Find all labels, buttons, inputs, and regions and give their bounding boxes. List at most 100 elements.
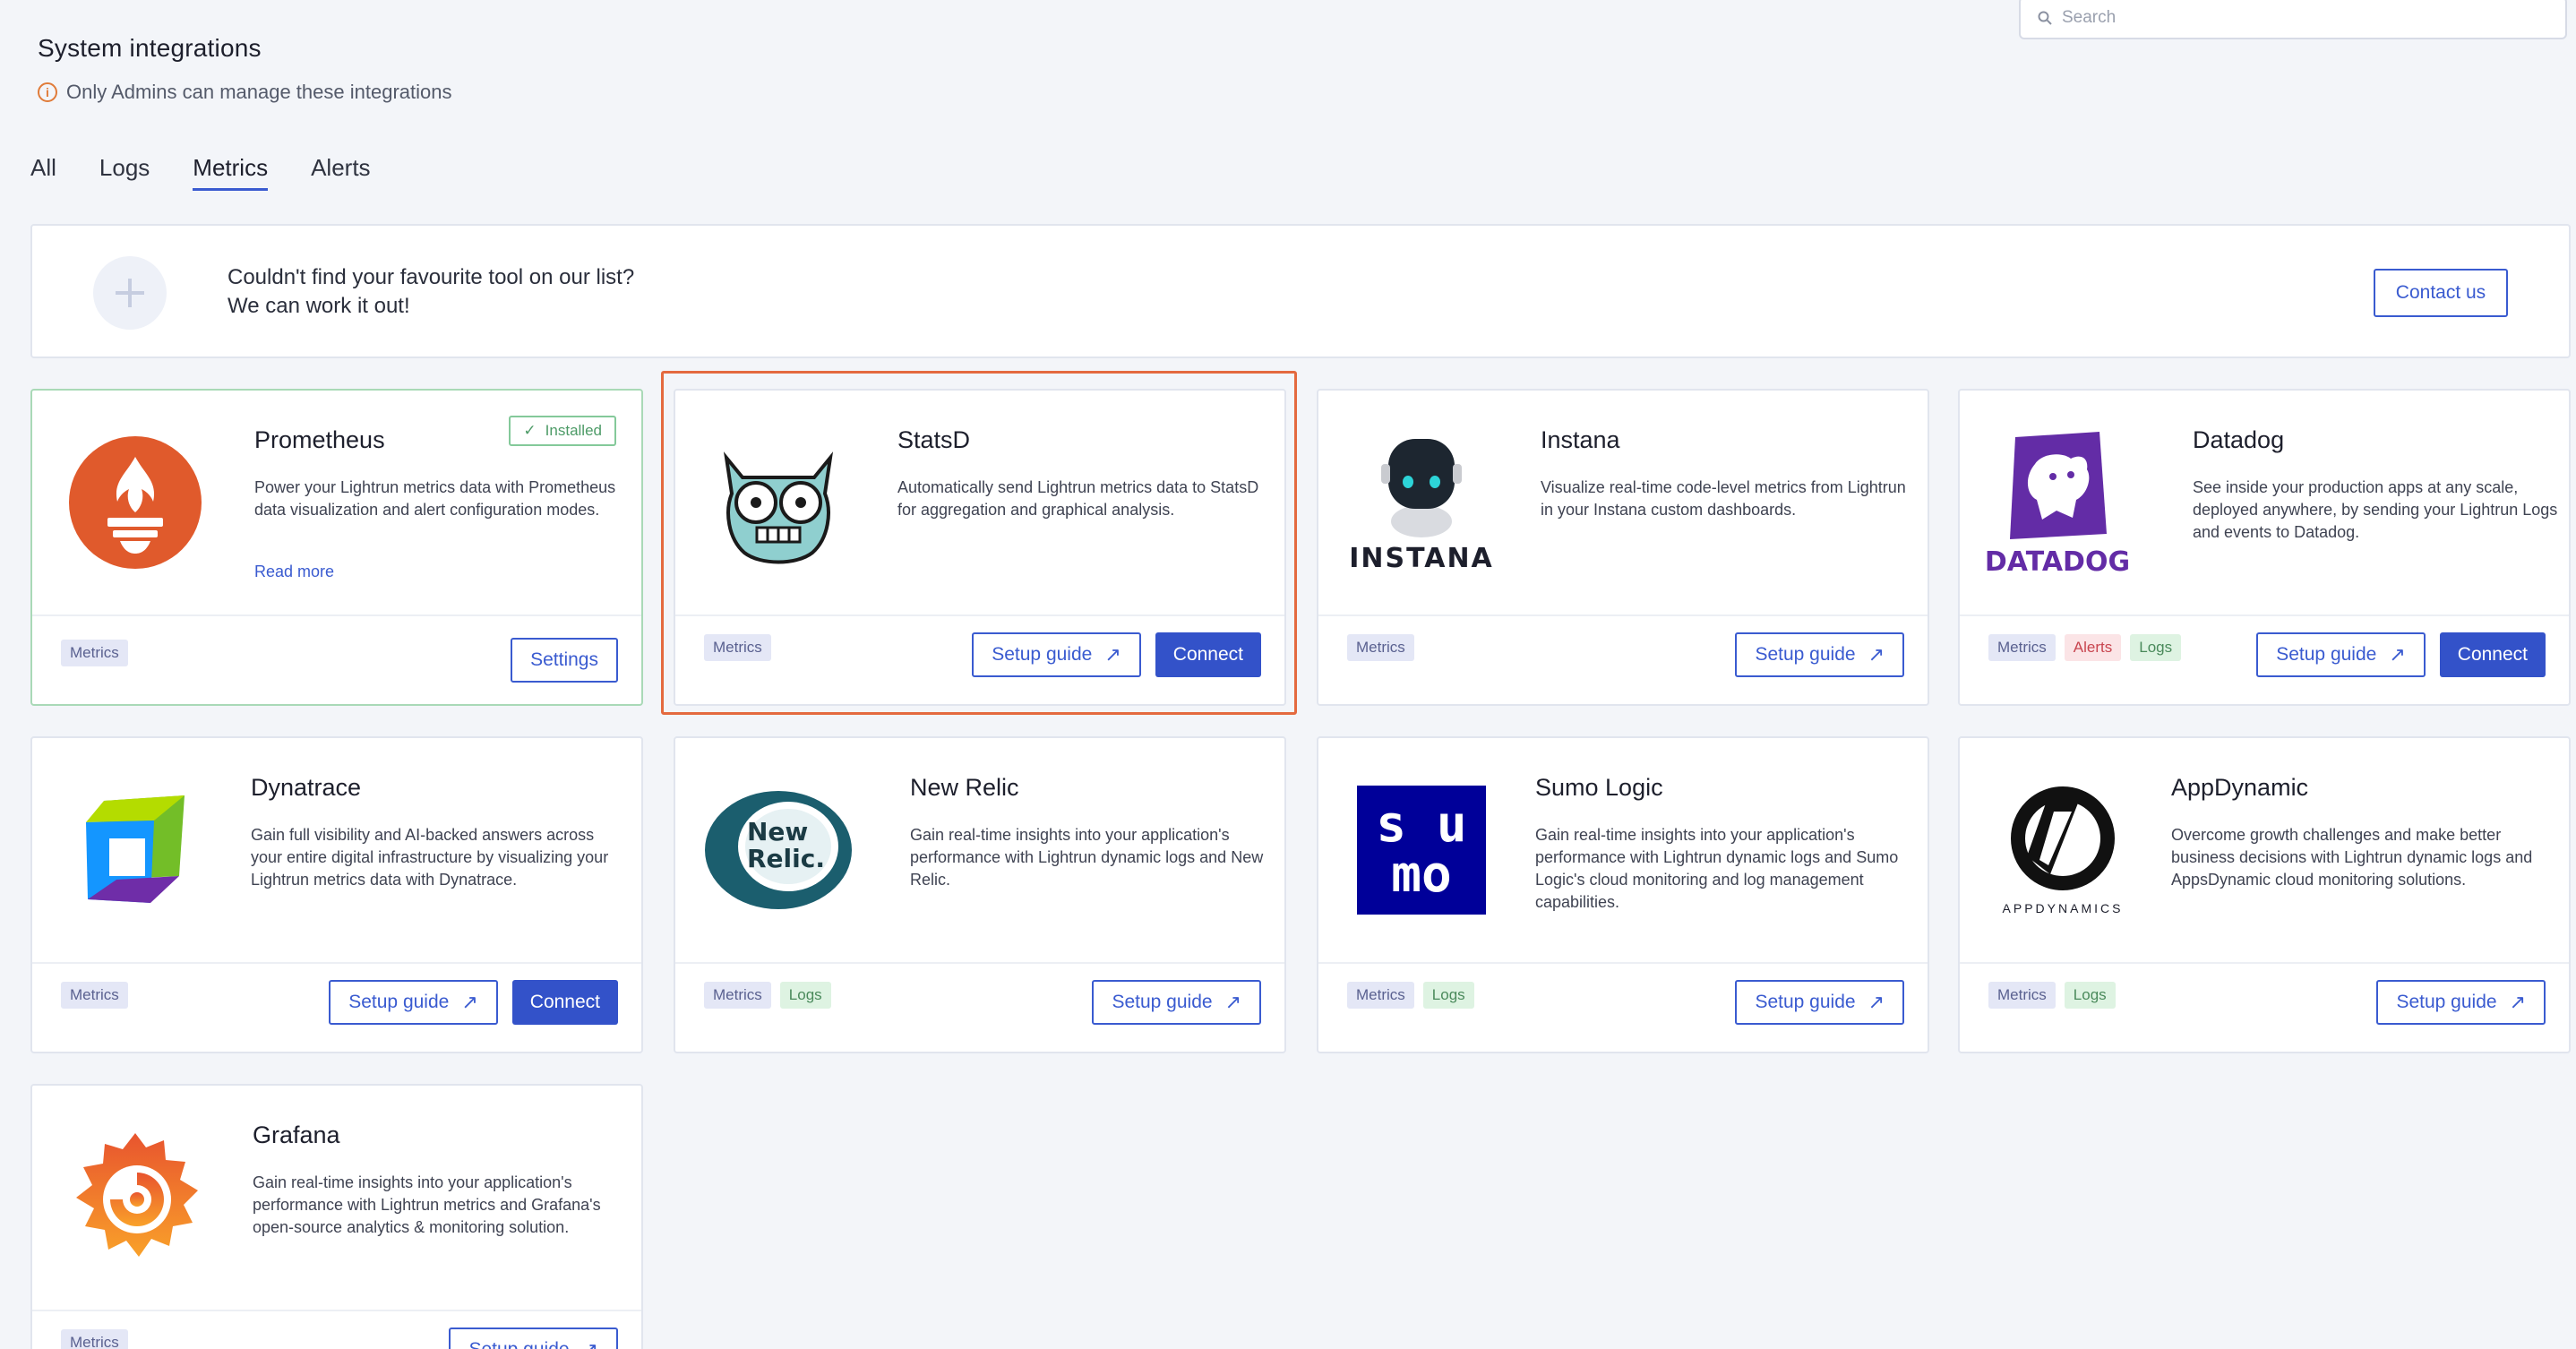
card-description: Gain real-time insights into your applic… — [253, 1173, 601, 1236]
tag-metrics: Metrics — [704, 634, 771, 661]
setup-guide-button[interactable]: Setup guide ↗ — [329, 980, 498, 1025]
sumo-wordmark-2: mo — [1391, 846, 1452, 904]
instana-wordmark: INSTANA — [1349, 542, 1494, 574]
card-title: New Relic — [910, 774, 1019, 801]
connect-button[interactable]: Connect — [511, 980, 618, 1025]
setup-guide-button[interactable]: Setup guide ↗ — [1735, 632, 1904, 677]
integration-card-instana: INSTANA Instana Visualize real-time code… — [1317, 389, 1929, 706]
card-divider — [1960, 614, 2569, 616]
read-more-link[interactable]: Read more — [254, 563, 334, 581]
card-actions: Setup guide ↗ Connect — [972, 632, 1261, 677]
card-description: Gain full visibility and AI-backed answe… — [251, 826, 609, 889]
setup-guide-button[interactable]: Setup guide ↗ — [449, 1328, 618, 1349]
setup-guide-button[interactable]: Setup guide ↗ — [2376, 980, 2546, 1025]
external-link-icon: ↗ — [1868, 991, 1885, 1013]
statsd-logo — [702, 426, 854, 579]
tab-all[interactable]: All — [30, 154, 56, 191]
external-link-icon: ↗ — [2509, 991, 2526, 1013]
tag-logs: Logs — [1422, 982, 1474, 1009]
external-link-icon: ↗ — [1868, 643, 1885, 666]
card-title: StatsD — [897, 426, 971, 453]
card-actions: Setup guide ↗ Connect — [2256, 632, 2546, 677]
datadog-wordmark: DATADOG — [1984, 546, 2131, 578]
tag-alerts: Alerts — [2064, 634, 2122, 661]
card-title: Datadog — [2193, 426, 2285, 453]
tag-list: Metrics — [61, 982, 128, 1009]
banner-line-1: Couldn't find your favourite tool on our… — [228, 265, 635, 289]
integration-card-grafana: Grafana Gain real-time insights into you… — [30, 1084, 643, 1349]
integration-card-statsd: StatsD Automatically send Lightrun metri… — [674, 389, 1286, 706]
appdynamics-wordmark: APPDYNAMICS — [2002, 901, 2124, 915]
datadog-logo: DATADOG — [1981, 426, 2134, 579]
tag-metrics: Metrics — [1988, 634, 2056, 661]
new-relic-wordmark-2: Relic. — [747, 844, 825, 873]
request-integration-banner: Couldn't find your favourite tool on our… — [30, 224, 2571, 358]
integration-card-datadog: DATADOG Datadog See inside your producti… — [1958, 389, 2571, 706]
dynatrace-logo — [59, 774, 211, 926]
search-input[interactable] — [2062, 8, 2537, 28]
card-divider — [675, 614, 1284, 616]
integration-card-new-relic: New Relic. New Relic Gain real-time insi… — [674, 736, 1286, 1053]
card-divider — [1960, 962, 2569, 964]
tag-list: Metrics Logs — [704, 982, 831, 1009]
tag-logs: Logs — [779, 982, 831, 1009]
tab-metrics[interactable]: Metrics — [193, 154, 268, 191]
card-divider — [675, 962, 1284, 964]
banner-line-2: We can work it out! — [228, 294, 410, 318]
settings-button[interactable]: Settings — [511, 638, 618, 683]
setup-guide-button[interactable]: Setup guide ↗ — [972, 632, 1141, 677]
card-actions: Settings — [511, 638, 618, 683]
plus-icon — [93, 256, 167, 330]
prometheus-logo — [59, 426, 211, 579]
tab-logs[interactable]: Logs — [99, 154, 150, 191]
tab-bar: All Logs Metrics Alerts — [30, 154, 414, 191]
card-description: Automatically send Lightrun metrics data… — [897, 478, 1259, 519]
card-title: Sumo Logic — [1535, 774, 1663, 801]
appdynamics-logo: APPDYNAMICS — [1987, 774, 2139, 926]
card-description: See inside your production apps at any s… — [2193, 478, 2558, 541]
setup-guide-label: Setup guide — [1755, 644, 1856, 665]
installed-badge: ✓ Installed — [509, 416, 616, 446]
external-link-icon: ↗ — [461, 991, 478, 1013]
tag-list: Metrics — [61, 1329, 128, 1349]
tag-metrics: Metrics — [61, 982, 128, 1009]
external-link-icon: ↗ — [1224, 991, 1241, 1013]
tag-list: Metrics Logs — [1988, 982, 2116, 1009]
tag-list: Metrics — [1347, 634, 1414, 661]
setup-guide-label: Setup guide — [1112, 992, 1213, 1012]
card-divider — [32, 614, 641, 616]
setup-guide-button[interactable]: Setup guide ↗ — [1092, 980, 1261, 1025]
integration-card-sumo-logic: s u mo Sumo Logic Gain real-time insight… — [1317, 736, 1929, 1053]
search-icon — [2038, 11, 2052, 25]
instana-logo: INSTANA — [1345, 426, 1498, 579]
card-description: Power your Lightrun metrics data with Pr… — [254, 478, 616, 519]
external-link-icon: ↗ — [1104, 643, 1121, 666]
connect-button[interactable]: Connect — [1155, 632, 1261, 677]
new-relic-wordmark-1: New — [747, 817, 809, 846]
tag-logs: Logs — [2064, 982, 2116, 1009]
setup-guide-label: Setup guide — [2276, 644, 2377, 665]
card-title: Prometheus — [254, 426, 385, 453]
card-description: Gain real-time insights into your applic… — [1535, 826, 1899, 911]
tag-list: Metrics Logs — [1347, 982, 1474, 1009]
search-box[interactable] — [2019, 0, 2567, 39]
integration-card-dynatrace: Dynatrace Gain full visibility and AI-ba… — [30, 736, 643, 1053]
tag-logs: Logs — [2130, 634, 2182, 661]
card-divider — [32, 962, 641, 964]
card-actions: Setup guide ↗ — [1735, 632, 1904, 677]
card-title: AppDynamic — [2171, 774, 2309, 801]
card-actions: Setup guide ↗ — [1092, 980, 1261, 1025]
setup-guide-label: Setup guide — [992, 644, 1093, 665]
grafana-logo — [59, 1121, 211, 1274]
tab-alerts[interactable]: Alerts — [311, 154, 370, 191]
setup-guide-button[interactable]: Setup guide ↗ — [2256, 632, 2426, 677]
integration-card-appdynamic: APPDYNAMICS AppDynamic Overcome growth c… — [1958, 736, 2571, 1053]
setup-guide-button[interactable]: Setup guide ↗ — [1735, 980, 1904, 1025]
contact-us-button[interactable]: Contact us — [2374, 269, 2508, 317]
setup-guide-label: Setup guide — [1755, 992, 1856, 1012]
tag-list: Metrics — [61, 640, 128, 666]
tag-list: Metrics Alerts Logs — [1988, 634, 2182, 661]
new-relic-logo: New Relic. — [702, 774, 854, 926]
info-icon: i — [38, 82, 57, 102]
connect-button[interactable]: Connect — [2439, 632, 2546, 677]
